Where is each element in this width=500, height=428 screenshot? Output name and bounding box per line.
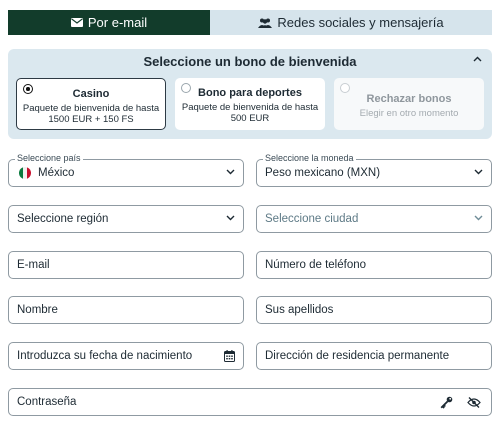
country-label: Seleccione país [15,153,83,163]
key-icon[interactable] [440,396,453,409]
chevron-down-icon [474,169,483,175]
bonus-option-casino[interactable]: Casino Paquete de bienvenida de hasta 15… [16,78,166,130]
welcome-bonus-panel: Seleccione un bono de bienvenida Casino … [8,49,492,139]
birthdate-field[interactable]: Introduzca su fecha de nacimiento [8,342,244,370]
city-select[interactable]: Seleccione ciudad [256,205,492,233]
first-name-field[interactable]: Nombre [8,296,244,324]
bonus-option-title: Casino [72,88,110,100]
users-icon [258,18,273,28]
address-placeholder: Dirección de residencia permanente [265,350,450,362]
first-name-placeholder: Nombre [17,304,58,316]
birthdate-placeholder: Introduzca su fecha de nacimiento [17,350,193,362]
bonus-option-subtitle: Paquete de bienvenida de hasta 1500 EUR … [22,103,160,125]
bonus-option-subtitle: Paquete de bienvenida de hasta 500 EUR [181,102,319,124]
phone-placeholder: Número de teléfono [265,259,367,271]
region-select[interactable]: Seleccione región [8,205,244,233]
password-placeholder: Contraseña [17,396,77,408]
email-field[interactable]: E-mail [8,251,244,279]
currency-select[interactable]: Seleccione la moneda Peso mexicano (MXN) [256,153,492,187]
tab-social-label: Redes sociales y mensajería [277,15,444,30]
bonus-title: Seleccione un bono de bienvenida [143,54,357,69]
chevron-down-icon [474,215,483,221]
country-select[interactable]: Seleccione país México [8,153,244,187]
mexico-flag-icon [19,167,31,179]
tab-social[interactable]: Redes sociales y mensajería [210,10,492,35]
country-value: México [38,167,75,179]
password-field[interactable]: Contraseña [8,388,492,416]
registration-tabs: Por e-mail Redes sociales y mensajería [8,10,492,35]
address-field[interactable]: Dirección de residencia permanente [256,342,492,370]
bonus-option-title: Bono para deportes [198,87,302,99]
eye-slash-icon[interactable] [467,397,481,408]
bonus-option-subtitle: Elegir en otro momento [359,108,459,119]
phone-field[interactable]: Número de teléfono [256,251,492,279]
email-placeholder: E-mail [17,259,50,271]
chevron-down-icon [226,215,235,221]
region-placeholder: Seleccione región [17,213,109,225]
last-name-field[interactable]: Sus apellidos [256,296,492,324]
city-placeholder: Seleccione ciudad [265,213,359,225]
currency-value: Peso mexicano (MXN) [265,167,381,179]
tab-email[interactable]: Por e-mail [8,10,210,35]
bonus-option-sports[interactable]: Bono para deportes Paquete de bienvenida… [175,78,325,130]
radio-unselected[interactable] [181,83,191,93]
chevron-down-icon [226,169,235,175]
chevron-up-icon[interactable] [473,56,482,62]
envelope-icon [70,18,83,27]
last-name-placeholder: Sus apellidos [265,304,334,316]
currency-label: Seleccione la moneda [263,153,356,163]
radio-unselected[interactable] [340,83,350,93]
bonus-option-decline[interactable]: Rechazar bonos Elegir en otro momento [334,78,484,130]
radio-selected[interactable] [23,84,33,94]
tab-email-label: Por e-mail [87,15,148,30]
bonus-option-title: Rechazar bonos [366,93,452,105]
calendar-icon[interactable] [224,350,235,362]
